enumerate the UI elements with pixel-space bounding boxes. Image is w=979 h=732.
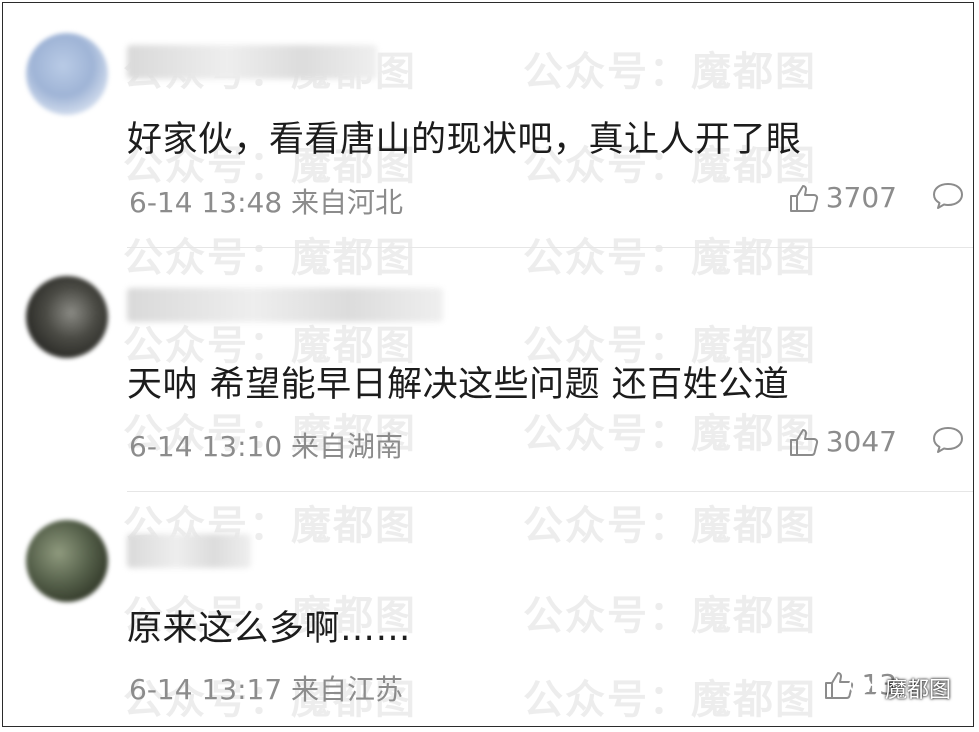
like-count: 3707 [825,181,897,214]
thumbs-up-icon [789,184,818,212]
username-blurred[interactable] [127,45,377,79]
comment-item: 原来这么多啊…… 6-14 13:17 来自江苏 13 [3,492,973,726]
wechat-source-badge: 魔都图 [848,672,951,704]
comment-screenshot: 公众号：魔都图 公众号：魔都图 公众号：魔都图 公众号：魔都图 公众号：魔都图 … [2,2,974,727]
username-blurred[interactable] [127,534,251,568]
like-button[interactable]: 3047 [788,425,897,458]
comment-text: 好家伙，看看唐山的现状吧，真让人开了眼 [127,120,802,160]
like-button[interactable]: 3707 [788,181,897,214]
badge-label: 魔都图 [884,678,951,703]
thumbs-up-icon [789,428,818,456]
comment-text: 原来这么多啊…… [127,609,412,649]
like-count: 3047 [825,425,897,458]
avatar[interactable] [26,33,108,115]
username-blurred[interactable] [127,288,443,322]
comment-meta: 6-14 13:17 来自江苏 [129,668,403,708]
avatar[interactable] [26,520,108,602]
comment-text: 天呐 希望能早日解决这些问题 还百姓公道 [127,365,790,405]
avatar[interactable] [26,276,108,358]
comment-reply-icon[interactable] [931,425,965,455]
wechat-icon [848,676,879,699]
comment-location: 来自江苏 [291,673,404,706]
comment-location: 来自河北 [291,186,404,219]
comment-meta: 6-14 13:48 来自河北 [129,181,403,221]
comment-time: 6-14 13:48 [129,186,283,219]
comment-reply-icon[interactable] [931,181,965,211]
comment-location: 来自湖南 [291,430,404,463]
comment-meta: 6-14 13:10 来自湖南 [129,425,403,465]
comment-item: 好家伙，看看唐山的现状吧，真让人开了眼 6-14 13:48 来自河北 3707 [3,3,973,247]
comment-time: 6-14 13:10 [129,430,283,463]
comment-time: 6-14 13:17 [129,673,283,706]
comment-item: 天呐 希望能早日解决这些问题 还百姓公道 6-14 13:10 来自湖南 304… [3,248,973,490]
